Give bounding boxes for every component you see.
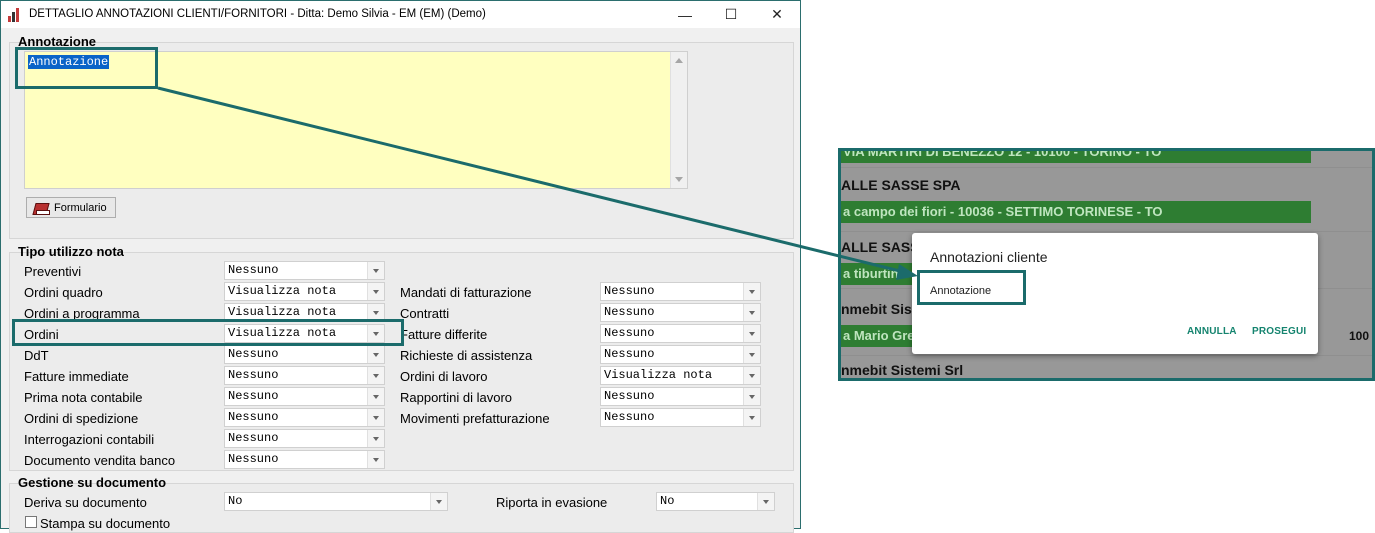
chevron-down-icon bbox=[763, 500, 769, 504]
connector-line bbox=[157, 86, 905, 274]
chevron-down-icon bbox=[373, 311, 379, 315]
chevron-down-icon bbox=[373, 269, 379, 273]
chevron-down-icon bbox=[373, 353, 379, 357]
chevron-down-icon bbox=[749, 311, 755, 315]
chevron-down-icon bbox=[373, 290, 379, 294]
chevron-down-icon bbox=[373, 437, 379, 441]
connector-arrow bbox=[157, 86, 918, 280]
chevron-down-icon bbox=[373, 374, 379, 378]
chevron-down-icon bbox=[749, 416, 755, 420]
chevron-down-icon bbox=[373, 395, 379, 399]
chevron-down-icon bbox=[749, 353, 755, 357]
chevron-down-icon bbox=[373, 416, 379, 420]
chevron-down-icon bbox=[436, 500, 442, 504]
chevron-down-icon bbox=[749, 332, 755, 336]
chevron-down-icon bbox=[373, 458, 379, 462]
chevron-down-icon bbox=[373, 332, 379, 336]
arrowhead-icon bbox=[896, 264, 918, 280]
chevron-down-icon bbox=[749, 374, 755, 378]
chevron-down-icon bbox=[749, 290, 755, 294]
chevron-down-icon bbox=[749, 395, 755, 399]
